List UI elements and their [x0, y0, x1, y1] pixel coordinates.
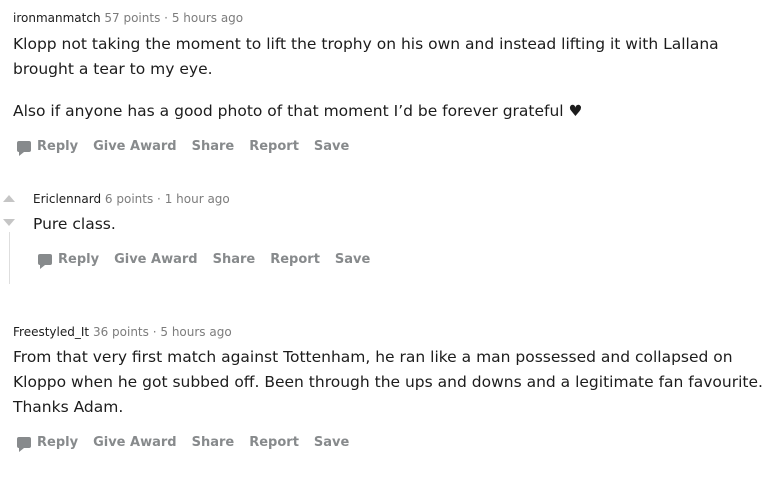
- reply-button[interactable]: Reply: [38, 252, 100, 269]
- reply-button[interactable]: Reply: [17, 435, 79, 452]
- comment-points: 6 points: [104, 192, 154, 206]
- give-award-button[interactable]: Give Award: [93, 139, 177, 154]
- downvote-arrow-icon[interactable]: [3, 219, 15, 226]
- report-button[interactable]: Report: [249, 139, 299, 154]
- meta-separator: ·: [152, 325, 157, 339]
- give-award-button[interactable]: Give Award: [93, 435, 177, 450]
- reply-label: Reply: [37, 435, 79, 450]
- comment-meta: ironmanmatch 57 points · 5 hours ago: [13, 10, 243, 26]
- comment-points: 36 points: [92, 325, 149, 339]
- comment-actions: Reply Give Award Share Report Save: [38, 252, 385, 269]
- reply-label: Reply: [58, 252, 100, 267]
- comment-time[interactable]: 5 hours ago: [160, 325, 231, 339]
- thread-line[interactable]: [9, 232, 10, 284]
- upvote-arrow-icon[interactable]: [3, 195, 15, 202]
- report-button[interactable]: Report: [249, 435, 299, 450]
- meta-separator: ·: [164, 11, 168, 25]
- share-button[interactable]: Share: [213, 252, 256, 267]
- comment-time[interactable]: 1 hour ago: [165, 192, 230, 206]
- meta-separator: ·: [157, 192, 161, 206]
- comment-meta: Freestyled_It 36 points · 5 hours ago: [13, 324, 232, 340]
- give-award-button[interactable]: Give Award: [114, 252, 198, 267]
- save-button[interactable]: Save: [314, 139, 349, 154]
- reply-label: Reply: [37, 139, 79, 154]
- share-button[interactable]: Share: [192, 435, 235, 450]
- save-button[interactable]: Save: [335, 252, 370, 267]
- comment-author[interactable]: Freestyled_It: [13, 325, 89, 339]
- comment-bubble-icon: [38, 254, 52, 269]
- comment-paragraph: Klopp not taking the moment to lift the …: [13, 35, 719, 78]
- comment-meta: Ericlennard 6 points · 1 hour ago: [33, 191, 230, 207]
- comment-actions: Reply Give Award Share Report Save: [17, 139, 364, 156]
- comment-bubble-icon: [17, 141, 31, 156]
- comment-paragraph: From that very first match against Totte…: [13, 348, 763, 416]
- reply-button[interactable]: Reply: [17, 139, 79, 156]
- comment-body: From that very first match against Totte…: [13, 345, 779, 420]
- share-button[interactable]: Share: [192, 139, 235, 154]
- comment-bubble-icon: [17, 437, 31, 452]
- comment-actions: Reply Give Award Share Report Save: [17, 435, 364, 452]
- comment-author[interactable]: ironmanmatch: [13, 11, 101, 25]
- comment-author[interactable]: Ericlennard: [33, 192, 101, 206]
- comment-points: 57 points: [104, 11, 161, 25]
- comment-body: Pure class.: [33, 212, 763, 237]
- comment-paragraph: Pure class.: [33, 215, 116, 233]
- save-button[interactable]: Save: [314, 435, 349, 450]
- report-button[interactable]: Report: [270, 252, 320, 267]
- comment-paragraph: Also if anyone has a good photo of that …: [13, 102, 583, 120]
- comment-time[interactable]: 5 hours ago: [172, 11, 243, 25]
- comment-body: Klopp not taking the moment to lift the …: [13, 32, 763, 124]
